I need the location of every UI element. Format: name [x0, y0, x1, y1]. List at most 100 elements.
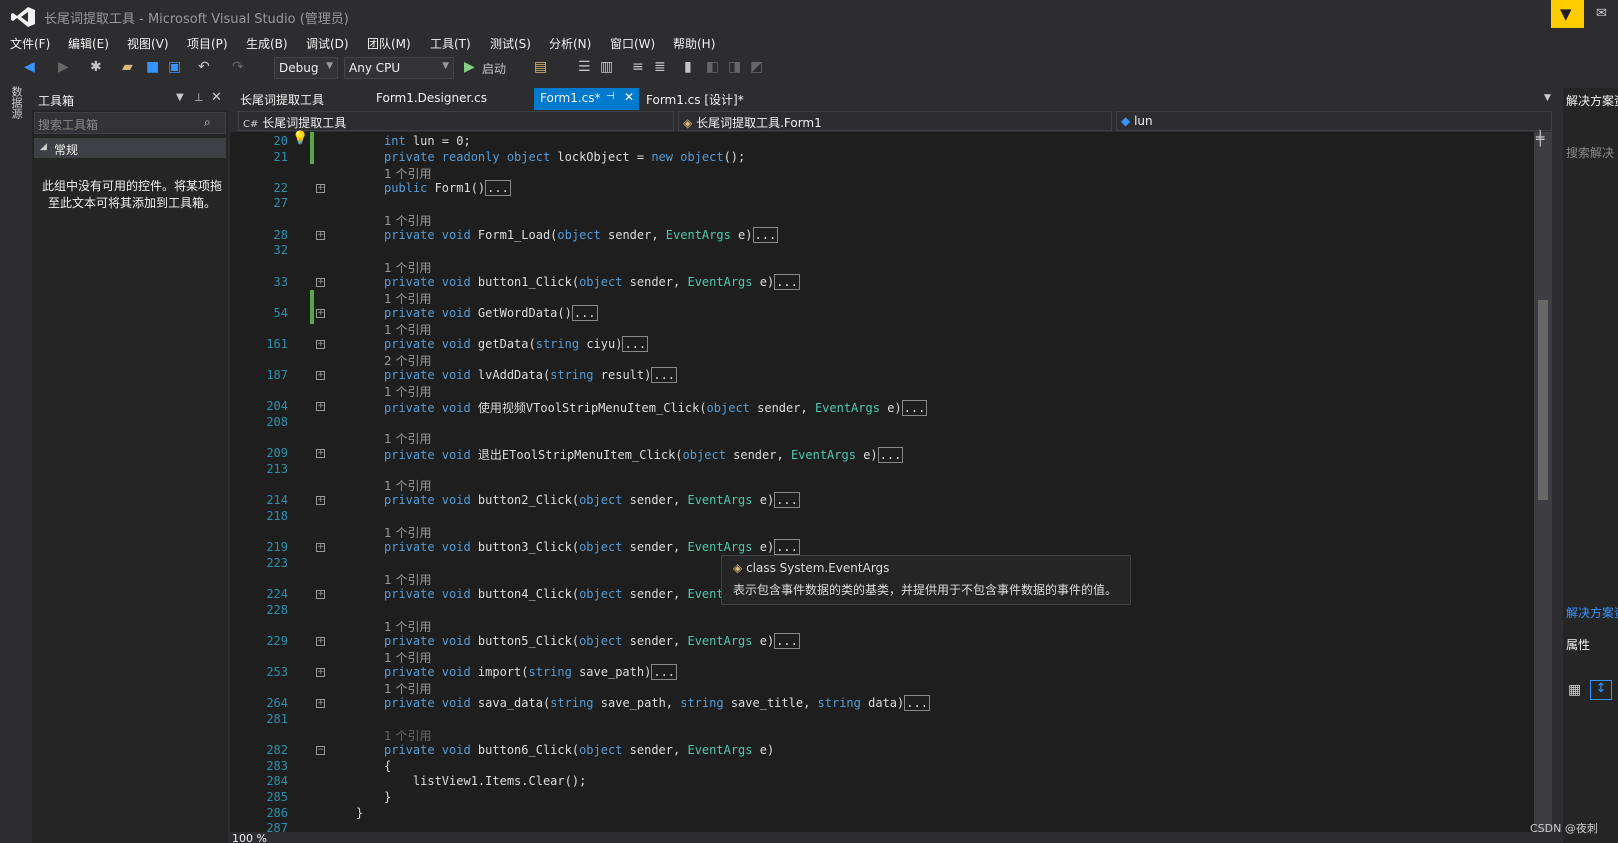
- menu-file[interactable]: 文件(F): [10, 35, 50, 52]
- new-project-icon[interactable]: ✱: [90, 59, 102, 75]
- reference-count[interactable]: 1 个引用: [384, 477, 431, 494]
- reference-count[interactable]: 1 个引用: [384, 383, 431, 400]
- platform-select[interactable]: Any CPU ▼: [344, 57, 454, 79]
- sort-icon[interactable]: ↕: [1590, 680, 1612, 700]
- line-number: 161: [266, 337, 288, 351]
- line-number: 209: [266, 446, 288, 460]
- reference-count[interactable]: 1 个引用: [384, 618, 431, 635]
- reference-count[interactable]: 1 个引用: [384, 165, 431, 182]
- config-select[interactable]: Debug ▼: [274, 57, 338, 79]
- menu-help[interactable]: 帮助(H): [673, 35, 715, 52]
- open-file-icon[interactable]: ▰: [122, 59, 133, 75]
- reference-count[interactable]: 1 个引用: [384, 571, 431, 588]
- solution-explorer-title: 解决方案资源管理器: [1566, 94, 1618, 108]
- start-button[interactable]: 启动: [482, 60, 506, 77]
- expand-icon[interactable]: +: [316, 496, 325, 505]
- change-marker: [310, 290, 314, 324]
- expand-icon[interactable]: +: [316, 371, 325, 380]
- zoom-level[interactable]: 100 %: [232, 832, 267, 843]
- code-line: private void button5_Click(object sender…: [384, 633, 800, 649]
- reference-count[interactable]: 1 个引用: [384, 259, 431, 276]
- tab-form1-design[interactable]: Form1.cs [设计]*: [640, 88, 750, 110]
- reference-count[interactable]: 1 个引用: [384, 321, 431, 338]
- close-icon[interactable]: ✕: [211, 90, 222, 105]
- tab-project[interactable]: 长尾词提取工具: [234, 88, 330, 110]
- code-line: private void button6_Click(object sender…: [384, 743, 775, 757]
- tab-overflow-icon[interactable]: ▼: [1544, 93, 1551, 103]
- feedback-icon[interactable]: ✉: [1596, 6, 1607, 21]
- expand-icon[interactable]: +: [316, 231, 325, 240]
- tab-pin-icon[interactable]: ⊣: [606, 91, 615, 102]
- expand-icon[interactable]: +: [316, 402, 325, 411]
- reference-count[interactable]: 2 个引用: [384, 352, 431, 369]
- member-nav-select[interactable]: ◆ lun: [1116, 111, 1552, 131]
- data-sources-tab[interactable]: 数据源: [10, 86, 24, 119]
- tab-designer-cs[interactable]: Form1.Designer.cs: [370, 88, 493, 110]
- menu-project[interactable]: 项目(P): [187, 35, 228, 52]
- expand-icon[interactable]: +: [316, 340, 325, 349]
- menu-window[interactable]: 窗口(W): [610, 35, 655, 52]
- expand-icon[interactable]: +: [316, 309, 325, 318]
- redo-icon[interactable]: ↷: [232, 59, 244, 75]
- bookmark-icon[interactable]: ▮: [684, 59, 692, 75]
- collapse-icon[interactable]: ◢: [40, 142, 47, 152]
- reference-count[interactable]: 1 个引用: [384, 290, 431, 307]
- tab-close-icon[interactable]: ✕: [624, 90, 634, 104]
- solution-explorer-tab[interactable]: 解决方案资源管理器: [1566, 604, 1618, 621]
- menu-edit[interactable]: 编辑(E): [68, 35, 109, 52]
- expand-icon[interactable]: +: [316, 668, 325, 677]
- reference-count[interactable]: 1 个引用: [384, 649, 431, 666]
- undo-icon[interactable]: ↶: [198, 59, 210, 75]
- expand-icon[interactable]: +: [316, 184, 325, 193]
- back-icon[interactable]: ◀: [24, 59, 35, 75]
- expand-icon[interactable]: +: [316, 590, 325, 599]
- project-nav-select[interactable]: C# 长尾词提取工具: [238, 111, 674, 131]
- comment-icon[interactable]: ≡: [632, 59, 644, 75]
- menu-tools[interactable]: 工具(T): [430, 35, 471, 52]
- split-icon[interactable]: ╪: [1536, 131, 1544, 147]
- start-icon[interactable]: ▶: [464, 59, 475, 75]
- menu-view[interactable]: 视图(V): [127, 35, 169, 52]
- categorized-icon[interactable]: ▦: [1568, 682, 1581, 698]
- browser-icon[interactable]: ▤: [534, 59, 547, 75]
- next-bookmark-icon[interactable]: ◨: [728, 59, 741, 75]
- reference-count[interactable]: 1 个引用: [384, 212, 431, 229]
- search-icon[interactable]: ⌕: [204, 115, 211, 130]
- uncomment-icon[interactable]: ≣: [654, 59, 666, 75]
- solution-search[interactable]: 搜索解决: [1566, 144, 1618, 161]
- format-icon[interactable]: ▥: [600, 59, 613, 75]
- line-number: 264: [266, 696, 288, 710]
- expand-icon[interactable]: +: [316, 637, 325, 646]
- expand-icon[interactable]: +: [316, 543, 325, 552]
- toolbox-dropdown-icon[interactable]: ▼: [176, 92, 184, 103]
- reference-count[interactable]: 1 个引用: [384, 680, 431, 697]
- code-line: private void button2_Click(object sender…: [384, 492, 800, 508]
- csharp-project-icon: C#: [243, 119, 259, 130]
- reference-count[interactable]: 1 个引用: [384, 524, 431, 541]
- menu-team[interactable]: 团队(M): [367, 35, 411, 52]
- prev-bookmark-icon[interactable]: ◧: [706, 59, 719, 75]
- menu-test[interactable]: 测试(S): [490, 35, 531, 52]
- reference-count[interactable]: 1 个引用: [384, 727, 431, 744]
- pin-icon[interactable]: ⊥: [194, 91, 204, 104]
- class-nav-select[interactable]: ◈ 长尾词提取工具.Form1: [678, 111, 1112, 131]
- reference-count[interactable]: 1 个引用: [384, 430, 431, 447]
- lightbulb-icon[interactable]: 💡: [292, 131, 308, 146]
- clear-bookmark-icon[interactable]: ◩: [750, 59, 763, 75]
- align-icon[interactable]: ☰: [578, 59, 591, 75]
- scrollbar-thumb[interactable]: [1538, 300, 1548, 500]
- expand-icon[interactable]: +: [316, 449, 325, 458]
- collapse-icon[interactable]: −: [316, 746, 325, 755]
- menu-debug[interactable]: 调试(D): [306, 35, 349, 52]
- expand-icon[interactable]: +: [316, 278, 325, 287]
- code-line: private void lvAddData(string result)...: [384, 367, 678, 383]
- forward-icon[interactable]: ▶: [58, 59, 69, 75]
- save-icon[interactable]: ■: [146, 59, 159, 75]
- menu-analyze[interactable]: 分析(N): [549, 35, 591, 52]
- menu-build[interactable]: 生成(B): [246, 35, 288, 52]
- code-line: private void import(string save_path)...: [384, 664, 678, 680]
- save-all-icon[interactable]: ▣: [168, 59, 181, 75]
- expand-icon[interactable]: +: [316, 699, 325, 708]
- code-line: public Form1()...: [384, 180, 511, 196]
- line-number: 187: [266, 368, 288, 382]
